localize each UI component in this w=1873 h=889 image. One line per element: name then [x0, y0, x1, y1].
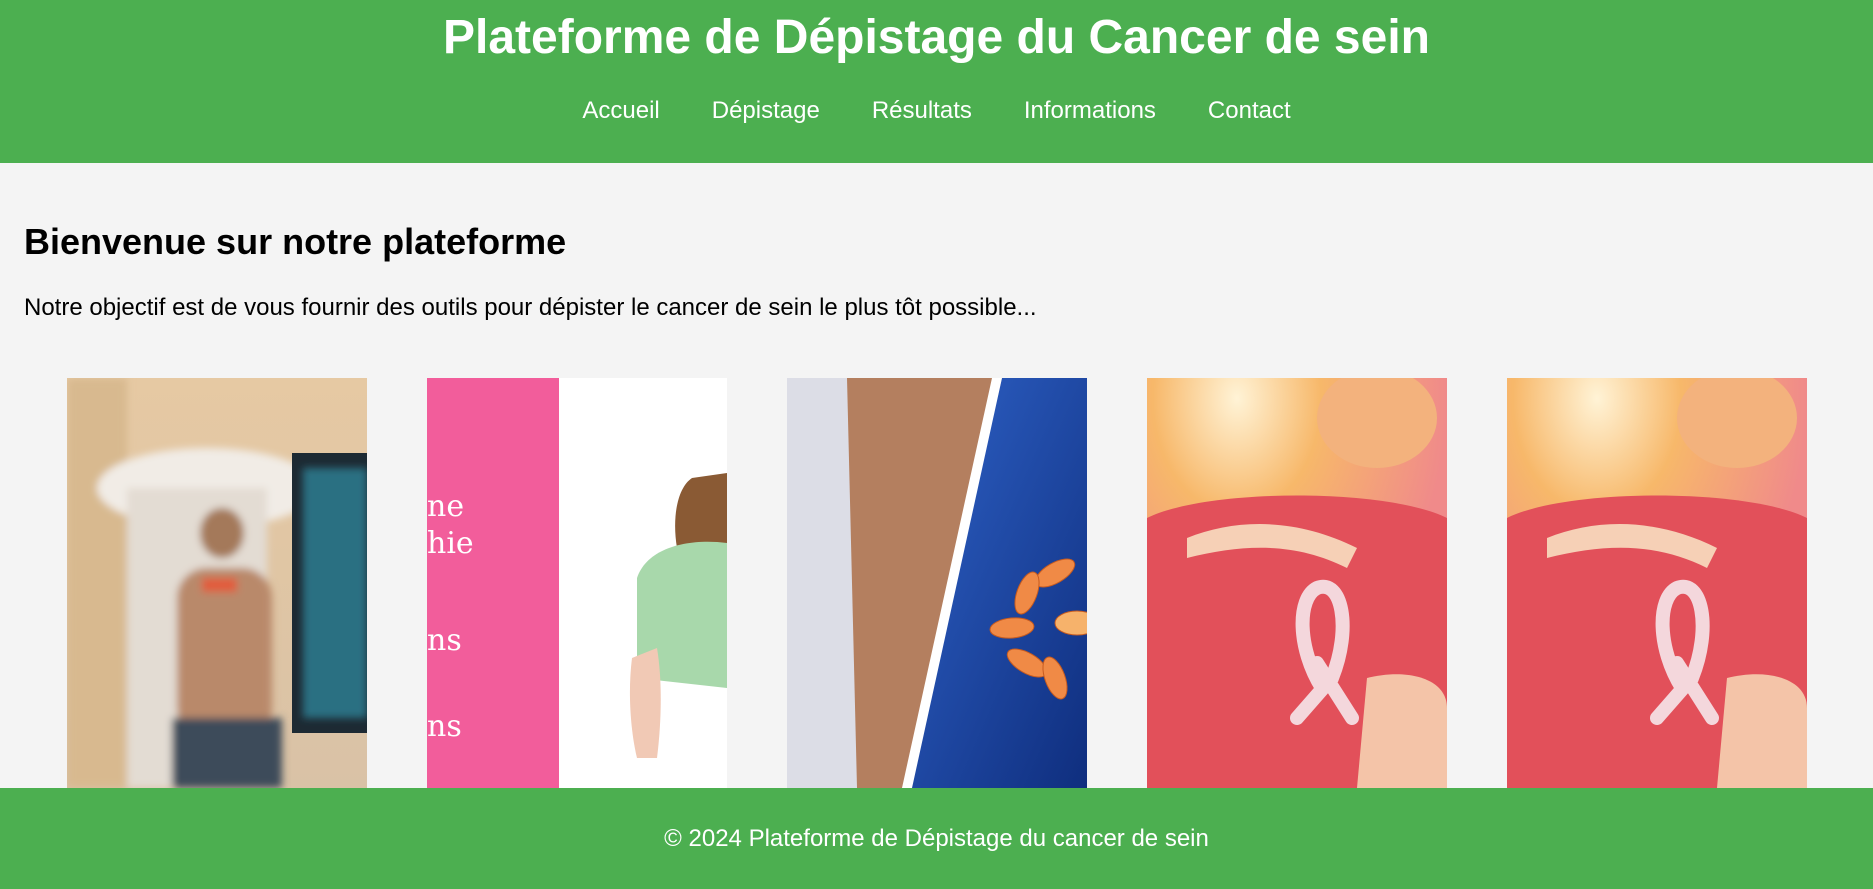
site-footer: © 2024 Plateforme de Dépistage du cancer…	[0, 788, 1873, 889]
nav-informations[interactable]: Informations	[1024, 94, 1156, 128]
panel-text-4: ns	[427, 709, 462, 744]
main-nav: Accueil Dépistage Résultats Informations…	[0, 94, 1873, 128]
nav-resultats[interactable]: Résultats	[872, 94, 972, 128]
gallery-image-pink-panel: ne hie ns ns	[427, 378, 727, 788]
gallery-image-xray	[787, 378, 1087, 788]
panel-text-2: hie	[427, 526, 474, 561]
footer-copyright: © 2024 Plateforme de Dépistage du cancer…	[664, 825, 1209, 852]
welcome-heading: Bienvenue sur notre plateforme	[24, 221, 567, 262]
gallery-image-mammography	[67, 378, 367, 788]
nav-depistage[interactable]: Dépistage	[712, 94, 820, 128]
image-gallery: ne hie ns ns	[0, 378, 1873, 788]
nav-accueil[interactable]: Accueil	[582, 94, 659, 128]
intro-text: Notre objectif est de vous fournir des o…	[24, 294, 1037, 321]
gallery-image-ribbon-1	[1147, 378, 1447, 788]
nav-contact[interactable]: Contact	[1208, 94, 1291, 128]
gallery-image-ribbon-2	[1507, 378, 1807, 788]
site-title: Plateforme de Dépistage du Cancer de sei…	[443, 11, 1430, 64]
panel-text-3: ns	[427, 623, 462, 658]
main-content: Bienvenue sur notre plateforme Notre obj…	[0, 163, 1873, 788]
site-header: Plateforme de Dépistage du Cancer de sei…	[0, 0, 1873, 163]
panel-text-1: ne	[427, 489, 464, 524]
